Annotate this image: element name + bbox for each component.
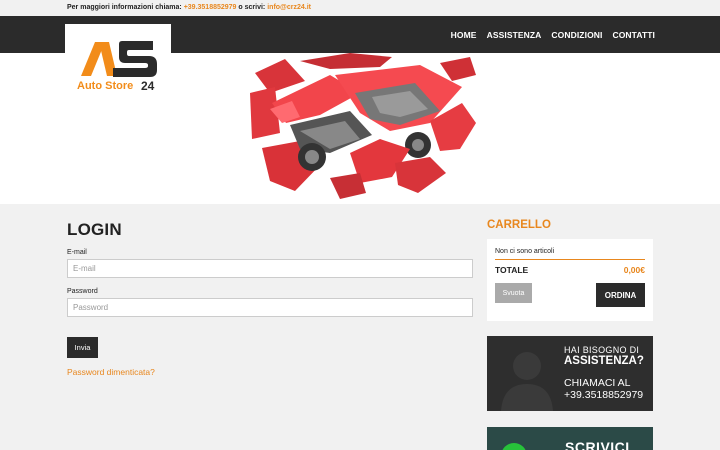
email-label: E-mail [67,249,87,256]
assistance-line1: HAI BISOGNO DI [564,345,640,355]
clear-cart-button[interactable]: Svuota [495,283,532,303]
logo-number: 24 [141,79,155,93]
main-nav: HOME ASSISTENZA CONDIZIONI CONTATTI [451,16,655,53]
assistance-line3: CHIAMACI AL [564,377,631,389]
email-link[interactable]: info@crz24.it [267,4,311,11]
email-input[interactable] [67,259,473,278]
nav-home[interactable]: HOME [451,30,477,40]
phone-link[interactable]: +39.3518852979 [184,4,237,11]
info-label: Per maggiori informazioni chiama: [67,4,182,11]
cart-title: CARRELLO [487,219,551,231]
forgot-password-link[interactable]: Password dimenticata? [67,367,473,377]
or-write-label: o scrivi: [238,4,266,11]
login-title: LOGIN [67,220,122,239]
cart-total-value: 0,00€ [623,265,645,275]
assistance-phone: +39.3518852979 [564,389,644,401]
nav-contatti[interactable]: CONTATTI [612,30,655,40]
assistance-banner[interactable]: HAI BISOGNO DI ASSISTENZA? CHIAMACI AL +… [487,336,653,411]
top-info-bar: Per maggiori informazioni chiama: +39.35… [0,0,720,16]
logo-text: Auto Store [77,80,134,92]
nav-assistenza[interactable]: ASSISTENZA [487,30,542,40]
cart-actions: Svuota ORDINA [495,283,645,307]
order-button[interactable]: ORDINA [596,283,645,307]
whatsapp-icon [501,443,527,450]
cart-total-row: TOTALE 0,00€ [495,265,645,275]
nav-condizioni[interactable]: CONDIZIONI [551,30,602,40]
whatsapp-text: SCRIVICI SU [565,439,630,450]
cart-panel: Non ci sono articoli TOTALE 0,00€ Svuota… [487,239,653,321]
password-label: Password [67,288,98,295]
login-form: LOGIN E-mail Password Invia Password dim… [67,220,473,377]
submit-button[interactable]: Invia [67,337,98,358]
logo-mark-icon [81,41,157,77]
cart-total-label: TOTALE [495,265,529,275]
password-input[interactable] [67,298,473,317]
cart-empty-message: Non ci sono articoli [495,248,645,260]
assistance-line2: ASSISTENZA? [564,355,644,367]
whatsapp-banner[interactable]: SCRIVICI SU [487,427,653,450]
support-person-icon [501,352,553,411]
site-logo[interactable]: Auto Store 24 [65,24,171,104]
